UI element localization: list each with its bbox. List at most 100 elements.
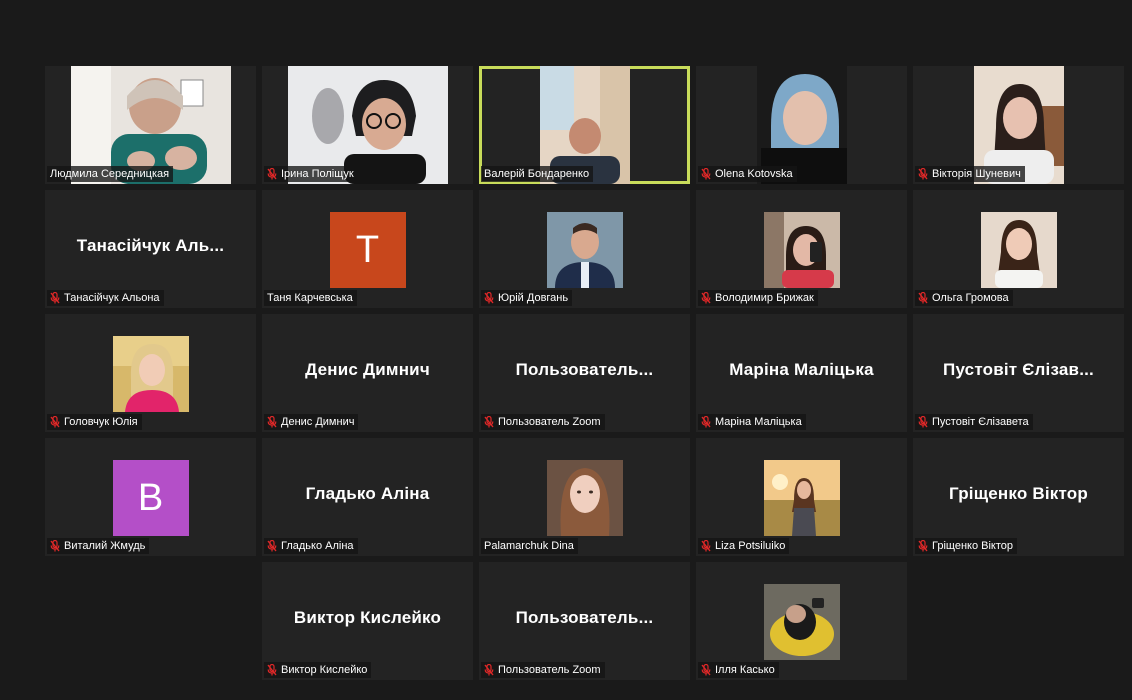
participant-tile[interactable]: Пустовіт Єлізав... Пустовіт Єлізавета bbox=[913, 314, 1124, 432]
participant-profile-photo bbox=[763, 584, 840, 660]
participant-tile[interactable]: Танасійчук Аль... Танасійчук Альона bbox=[45, 190, 256, 308]
participant-name: Пустовіт Єлізавета bbox=[932, 416, 1029, 428]
participant-display-name: Денис Димнич bbox=[305, 360, 430, 379]
participant-display-name: Пользователь... bbox=[515, 360, 654, 379]
muted-microphone-icon bbox=[701, 540, 711, 552]
participant-tile[interactable]: Ольга Громова bbox=[913, 190, 1124, 308]
muted-microphone-icon bbox=[701, 416, 711, 428]
muted-microphone-icon bbox=[267, 664, 277, 676]
participant-tile[interactable]: B Виталий Жмудь bbox=[45, 438, 256, 556]
participant-tile[interactable]: Людмила Середницкая bbox=[45, 66, 256, 184]
muted-microphone-icon bbox=[484, 292, 494, 304]
participant-name: Володимир Брижак bbox=[715, 292, 814, 304]
participant-display-name: Пользователь... bbox=[515, 608, 654, 627]
participant-tile[interactable]: Пользователь... Пользователь Zoom bbox=[479, 314, 690, 432]
participant-gallery: Людмила Середницкая Ірина Поліщук Валерій … bbox=[45, 66, 1127, 686]
participant-name-label: Людмила Середницкая bbox=[47, 166, 174, 182]
participant-name: Пользователь Zoom bbox=[498, 416, 601, 428]
participant-name-label: Гріщенко Віктор bbox=[915, 538, 1017, 554]
muted-microphone-icon bbox=[701, 292, 711, 304]
participant-name: Головчук Юлія bbox=[64, 416, 138, 428]
participant-name-label: Вікторія Шуневич bbox=[915, 166, 1025, 182]
participant-name-label: Пользователь Zoom bbox=[481, 662, 605, 678]
participant-name-label: Liza Potsiluiko bbox=[698, 538, 790, 554]
muted-microphone-icon bbox=[50, 416, 60, 428]
gallery-row: Головчук Юлія Денис Димнич Денис Димнич Пол… bbox=[45, 314, 1127, 432]
muted-microphone-icon bbox=[918, 540, 928, 552]
participant-name: Таня Карчевська bbox=[267, 292, 353, 304]
participant-tile[interactable]: Головчук Юлія bbox=[45, 314, 256, 432]
participant-avatar-letter: B bbox=[112, 460, 189, 536]
muted-microphone-icon bbox=[918, 292, 928, 304]
participant-display-name: Маріна Маліцька bbox=[729, 360, 874, 379]
participant-tile[interactable]: Виктор Кислейко Виктор Кислейко bbox=[262, 562, 473, 680]
muted-microphone-icon bbox=[484, 664, 494, 676]
gallery-row: Танасійчук Аль... Танасійчук Альона T Таня … bbox=[45, 190, 1127, 308]
participant-tile[interactable]: Olena Kotovska bbox=[696, 66, 907, 184]
muted-microphone-icon bbox=[267, 168, 277, 180]
participant-name-label: Palamarchuk Dina bbox=[481, 538, 578, 554]
participant-name: Liza Potsiluiko bbox=[715, 540, 786, 552]
muted-microphone-icon bbox=[918, 416, 928, 428]
participant-tile[interactable]: Liza Potsiluiko bbox=[696, 438, 907, 556]
participant-name: Гріщенко Віктор bbox=[932, 540, 1013, 552]
participant-tile[interactable]: Гладько Аліна Гладько Аліна bbox=[262, 438, 473, 556]
participant-tile[interactable]: Маріна Маліцька Маріна Маліцька bbox=[696, 314, 907, 432]
participant-tile[interactable]: T Таня Карчевська bbox=[262, 190, 473, 308]
muted-microphone-icon bbox=[918, 168, 928, 180]
participant-name: Маріна Маліцька bbox=[715, 416, 802, 428]
participant-name: Вікторія Шуневич bbox=[932, 168, 1021, 180]
participant-name-label: Володимир Брижак bbox=[698, 290, 818, 306]
gallery-row: Виктор Кислейко Виктор Кислейко Пользовате… bbox=[45, 562, 1127, 680]
participant-name: Ольга Громова bbox=[932, 292, 1009, 304]
participant-name-label: Виталий Жмудь bbox=[47, 538, 150, 554]
participant-display-name: Гріщенко Віктор bbox=[949, 484, 1088, 503]
participant-tile[interactable]: Ілля Касько bbox=[696, 562, 907, 680]
participant-tile[interactable]: Palamarchuk Dina bbox=[479, 438, 690, 556]
muted-microphone-icon bbox=[484, 416, 494, 428]
participant-name: Юрій Довгань bbox=[498, 292, 569, 304]
participant-name-label: Валерій Бондаренко bbox=[481, 166, 594, 182]
participant-name: Денис Димнич bbox=[281, 416, 355, 428]
participant-name-label: Денис Димнич bbox=[264, 414, 359, 430]
participant-name-label: Гладько Аліна bbox=[264, 538, 358, 554]
participant-tile[interactable]: Володимир Брижак bbox=[696, 190, 907, 308]
participant-tile[interactable]: Пользователь... Пользователь Zoom bbox=[479, 562, 690, 680]
participant-avatar-letter: T bbox=[329, 212, 406, 288]
participant-name-label: Головчук Юлія bbox=[47, 414, 142, 430]
participant-name-label: Ілля Касько bbox=[698, 662, 779, 678]
participant-name: Palamarchuk Dina bbox=[484, 540, 574, 552]
participant-tile[interactable]: Гріщенко Віктор Гріщенко Віктор bbox=[913, 438, 1124, 556]
participant-name: Olena Kotovska bbox=[715, 168, 793, 180]
muted-microphone-icon bbox=[701, 168, 711, 180]
participant-profile-photo bbox=[763, 212, 840, 288]
participant-name: Ілля Касько bbox=[715, 664, 775, 676]
participant-tile-active-speaker[interactable]: Валерій Бондаренко bbox=[479, 66, 690, 184]
participant-profile-photo bbox=[546, 460, 623, 536]
muted-microphone-icon bbox=[50, 292, 60, 304]
participant-tile[interactable]: Вікторія Шуневич bbox=[913, 66, 1124, 184]
participant-name: Пользователь Zoom bbox=[498, 664, 601, 676]
participant-profile-photo bbox=[980, 212, 1057, 288]
participant-display-name: Пустовіт Єлізав... bbox=[943, 360, 1094, 379]
muted-microphone-icon bbox=[267, 416, 277, 428]
muted-microphone-icon bbox=[267, 540, 277, 552]
participant-display-name: Виктор Кислейко bbox=[293, 608, 442, 627]
participant-name-label: Olena Kotovska bbox=[698, 166, 797, 182]
participant-name-label: Танасійчук Альона bbox=[47, 290, 164, 306]
participant-display-name: Танасійчук Аль... bbox=[76, 236, 225, 255]
participant-name: Виталий Жмудь bbox=[64, 540, 146, 552]
participant-name-label: Ольга Громова bbox=[915, 290, 1013, 306]
participant-tile[interactable]: Ірина Поліщук bbox=[262, 66, 473, 184]
muted-microphone-icon bbox=[701, 664, 711, 676]
participant-name-label: Пользователь Zoom bbox=[481, 414, 605, 430]
muted-microphone-icon bbox=[50, 540, 60, 552]
participant-profile-photo bbox=[546, 212, 623, 288]
participant-name: Виктор Кислейко bbox=[281, 664, 368, 676]
participant-profile-photo bbox=[763, 460, 840, 536]
participant-name-label: Маріна Маліцька bbox=[698, 414, 806, 430]
gallery-row: B Виталий Жмудь Гладько Аліна Гладько Аліна… bbox=[45, 438, 1127, 556]
participant-name-label: Ірина Поліщук bbox=[264, 166, 358, 182]
participant-tile[interactable]: Юрій Довгань bbox=[479, 190, 690, 308]
participant-tile[interactable]: Денис Димнич Денис Димнич bbox=[262, 314, 473, 432]
